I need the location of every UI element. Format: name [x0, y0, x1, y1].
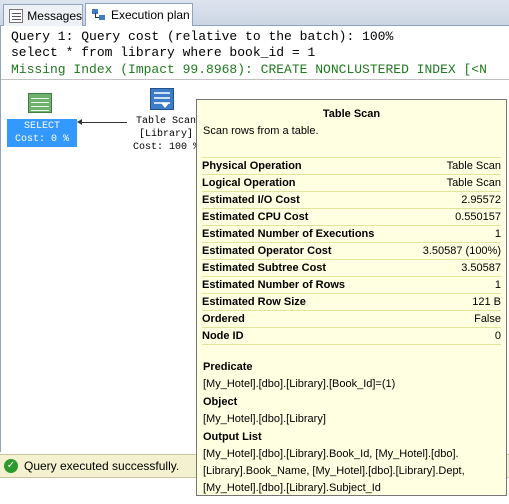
- property-value: 0.550157: [455, 211, 501, 223]
- scan-line-2: [Library]: [138, 129, 193, 140]
- property-value: 121 B: [472, 296, 501, 308]
- property-row: Estimated Operator Cost 3.50587 (100%): [202, 243, 501, 260]
- property-key: Logical Operation: [202, 177, 296, 189]
- scan-line-1: Table Scan: [135, 116, 196, 127]
- property-value: 2.95572: [461, 194, 501, 206]
- output-list-section: Output List [My_Hotel].[dbo].[Library].B…: [203, 429, 499, 497]
- select-node[interactable]: SELECT Cost: 0 %: [7, 119, 77, 147]
- predicate-heading: Predicate: [203, 361, 253, 373]
- plan-arrow-icon: [77, 119, 82, 125]
- output-list-line: [My_Hotel].[dbo].[Library].Subject_Id: [203, 482, 381, 494]
- output-list-line: [Library].Book_Name, [My_Hotel].[dbo].[L…: [203, 465, 465, 477]
- tooltip-title: Table Scan: [322, 108, 381, 120]
- results-tab-strip: Messages Execution plan: [0, 0, 509, 26]
- predicate-value: [My_Hotel].[dbo].[Library].[Book_Id]=(1): [203, 378, 396, 390]
- property-value: Table Scan: [446, 160, 501, 172]
- table-scan-tooltip: Table Scan Scan rows from a table. Physi…: [196, 99, 507, 496]
- property-row: Estimated Row Size 121 B: [202, 294, 501, 311]
- output-list-line: [My_Hotel].[dbo].[Library].Book_Id, [My_…: [203, 448, 459, 460]
- tab-messages[interactable]: Messages: [3, 4, 83, 26]
- scan-line-3: Cost: 100 %: [132, 142, 199, 153]
- query-cost-line: Query 1: Query cost (relative to the bat…: [11, 29, 394, 44]
- property-row: Estimated Number of Executions 1: [202, 226, 501, 243]
- tab-messages-label: Messages: [27, 8, 82, 23]
- property-key: Physical Operation: [202, 160, 302, 172]
- property-row: Ordered False: [202, 311, 501, 328]
- property-row: Physical Operation Table Scan: [202, 157, 501, 175]
- status-text: Query executed successfully.: [24, 459, 180, 473]
- property-value: False: [474, 313, 501, 325]
- property-value: 0: [494, 330, 501, 342]
- tooltip-description: Scan rows from a table.: [203, 125, 319, 137]
- plan-connector-line: [79, 122, 127, 123]
- table-scan-icon[interactable]: [150, 88, 174, 110]
- property-key: Estimated I/O Cost: [202, 194, 300, 206]
- property-value: 1: [494, 228, 501, 240]
- output-list-heading: Output List: [203, 431, 262, 443]
- tab-execution-plan-label: Execution plan: [111, 8, 190, 22]
- execution-plan-icon: [91, 8, 107, 22]
- tooltip-properties: Physical Operation Table Scan Logical Ope…: [202, 157, 501, 345]
- property-value: 3.50587: [461, 262, 501, 274]
- missing-index-link[interactable]: Missing Index (Impact 99.8968): CREATE N…: [11, 62, 487, 77]
- query-text-line: select * from library where book_id = 1: [11, 45, 316, 60]
- object-section: Object [My_Hotel].[dbo].[Library]: [203, 394, 499, 428]
- object-heading: Object: [203, 396, 238, 408]
- select-node-cost: Cost: 0 %: [14, 134, 69, 145]
- property-key: Estimated CPU Cost: [202, 211, 309, 223]
- property-row: Estimated Number of Rows 1: [202, 277, 501, 294]
- tab-execution-plan[interactable]: Execution plan: [85, 3, 193, 26]
- select-node-label: SELECT: [23, 121, 60, 132]
- messages-icon: [9, 8, 24, 23]
- property-key: Ordered: [202, 313, 245, 325]
- property-value: Table Scan: [446, 177, 501, 189]
- property-row: Estimated I/O Cost 2.95572: [202, 192, 501, 209]
- property-key: Estimated Subtree Cost: [202, 262, 327, 274]
- property-row: Estimated CPU Cost 0.550157: [202, 209, 501, 226]
- property-row: Logical Operation Table Scan: [202, 175, 501, 192]
- property-value: 3.50587 (100%): [422, 245, 501, 257]
- property-value: 1: [494, 279, 501, 291]
- property-key: Estimated Number of Rows: [202, 279, 346, 291]
- predicate-section: Predicate [My_Hotel].[dbo].[Library].[Bo…: [203, 359, 499, 393]
- property-row: Node ID 0: [202, 328, 501, 345]
- property-row: Estimated Subtree Cost 3.50587: [202, 260, 501, 277]
- property-key: Estimated Number of Executions: [202, 228, 375, 240]
- success-check-icon: ✓: [4, 459, 18, 473]
- property-key: Estimated Row Size: [202, 296, 306, 308]
- property-key: Estimated Operator Cost: [202, 245, 332, 257]
- object-value: [My_Hotel].[dbo].[Library]: [203, 413, 326, 425]
- header-divider: [1, 79, 509, 80]
- property-key: Node ID: [202, 330, 244, 342]
- select-operator-icon[interactable]: [28, 93, 52, 113]
